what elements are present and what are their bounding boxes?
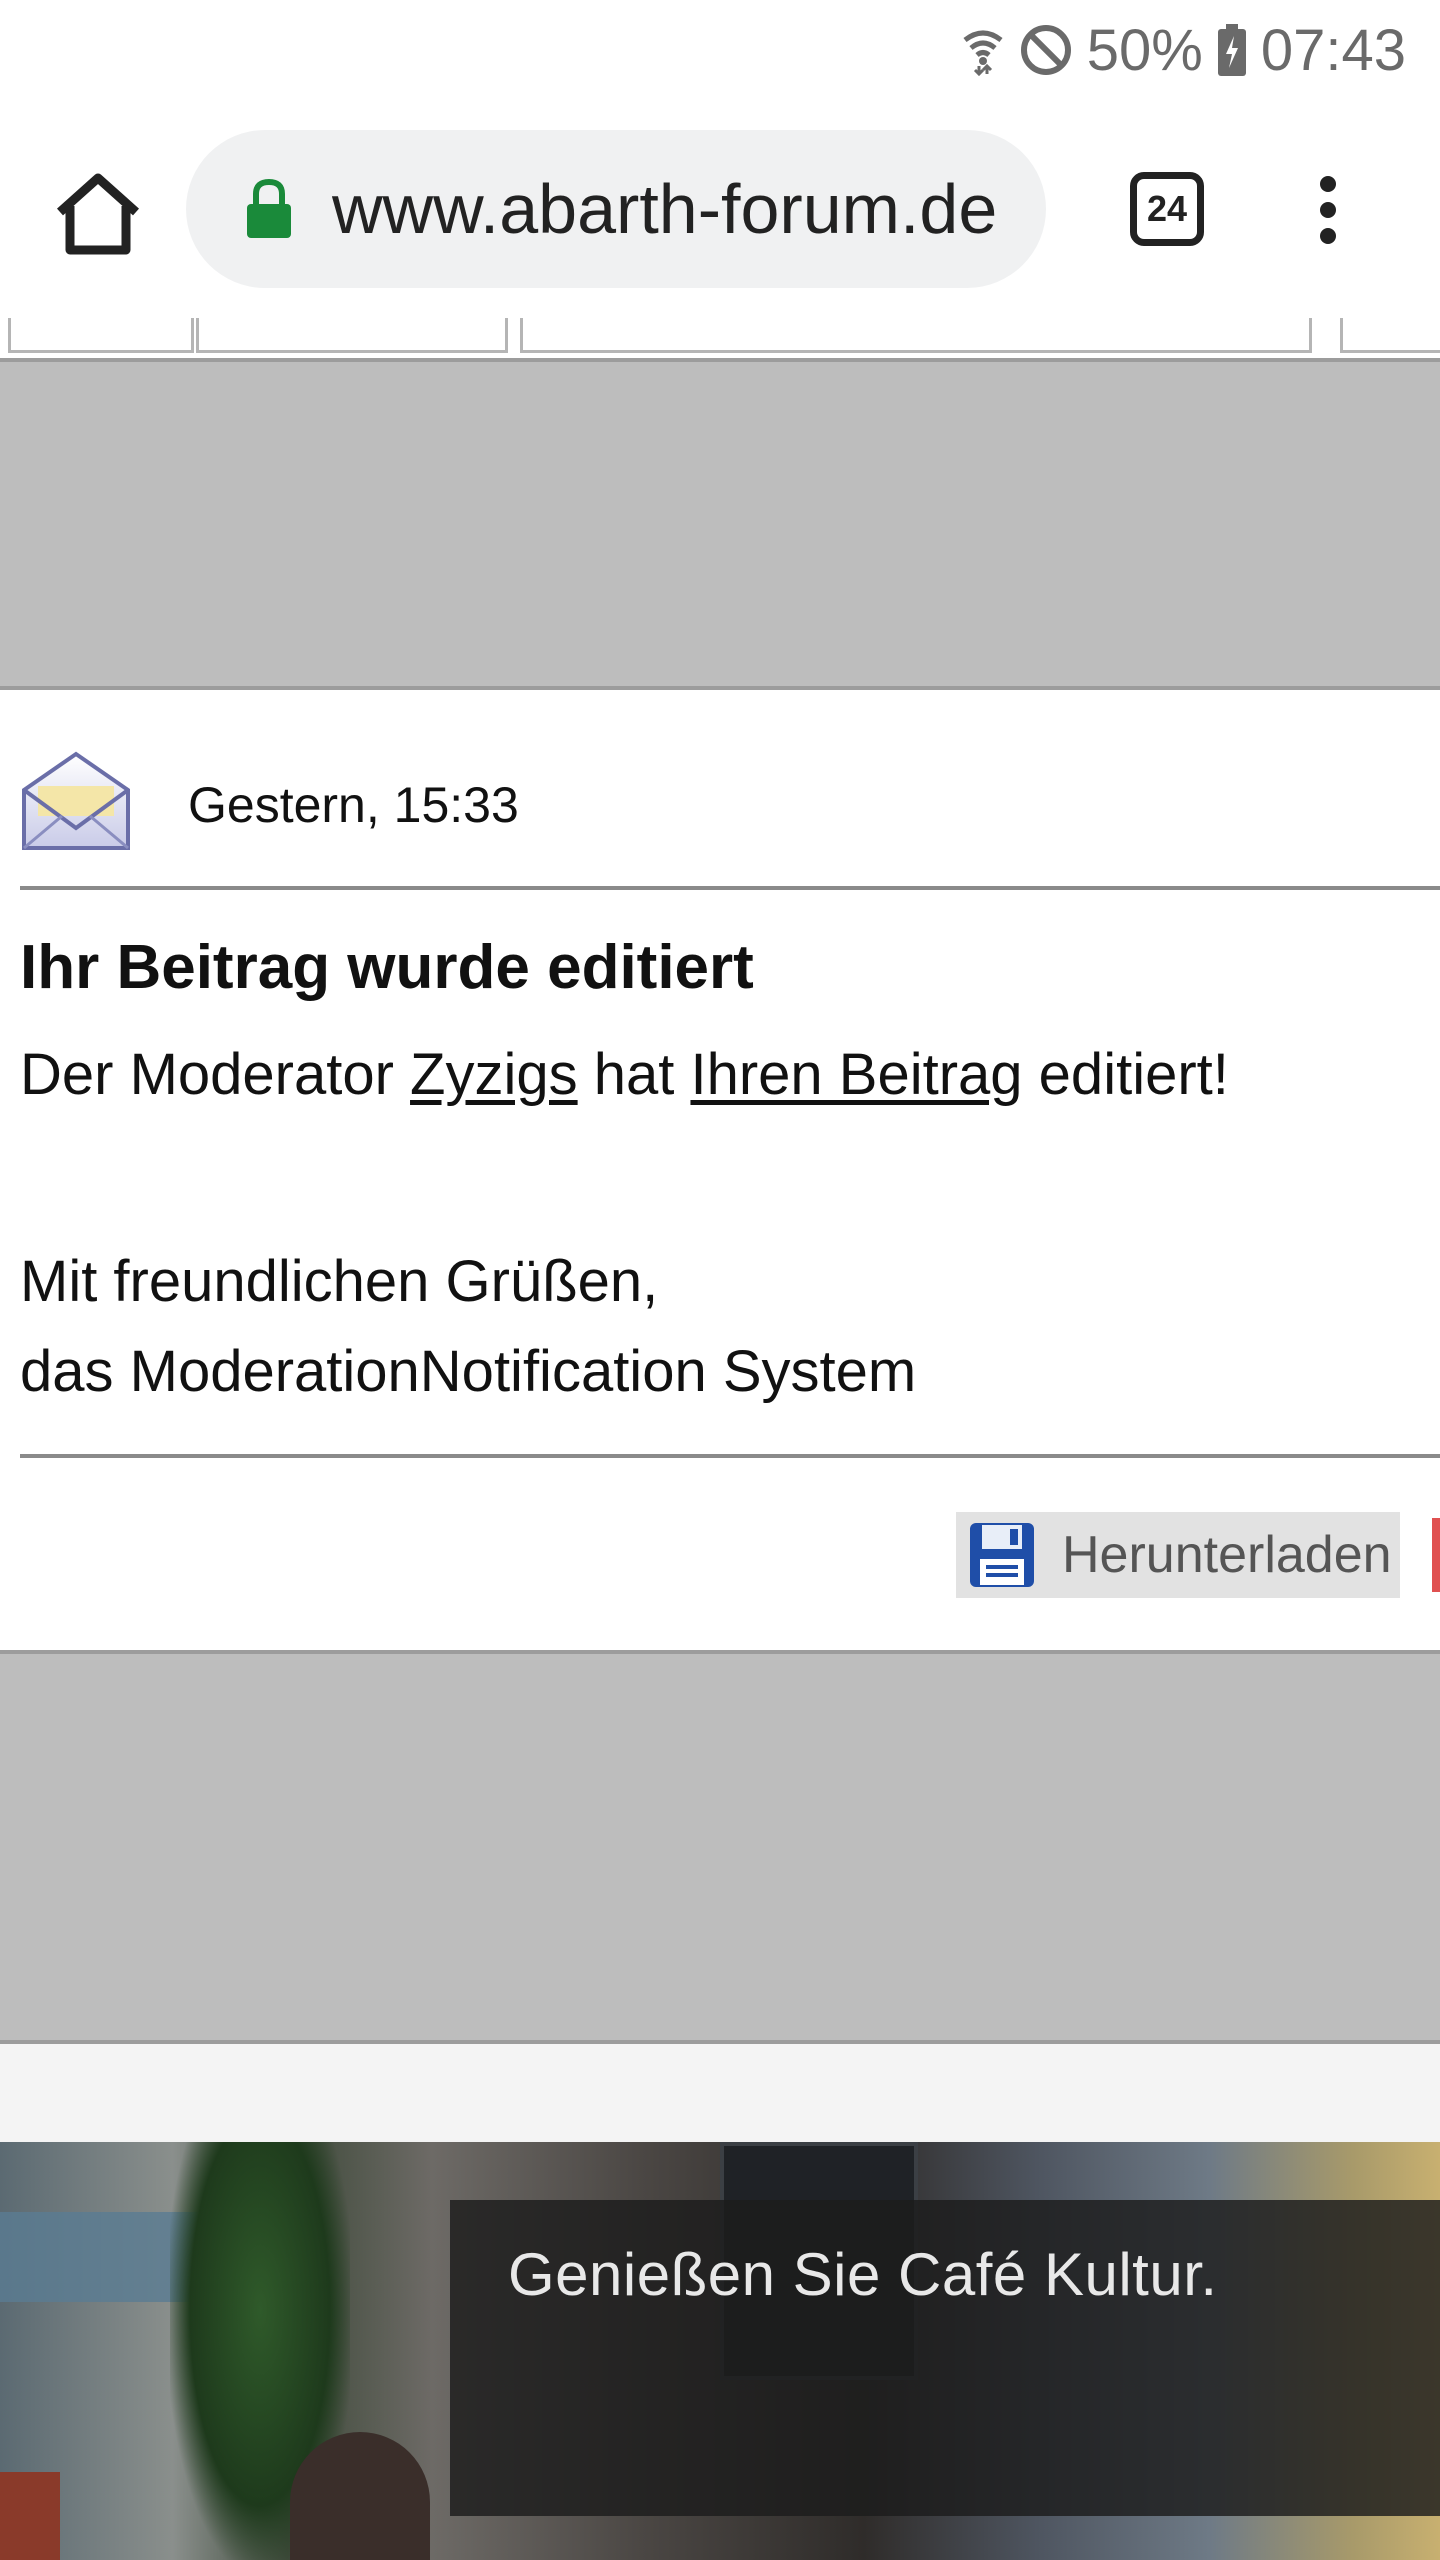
ad-banner[interactable]: Genießen Sie Café Kultur.	[0, 2142, 1440, 2560]
tab-fragment[interactable]	[8, 318, 194, 353]
download-button[interactable]: Herunterladen	[956, 1512, 1400, 1598]
lock-icon	[247, 178, 291, 238]
divider	[20, 886, 1440, 890]
message-header: Gestern, 15:33	[0, 690, 1440, 888]
envelope-icon	[22, 751, 130, 850]
battery-percent: 50%	[1086, 17, 1203, 83]
home-icon[interactable]	[50, 166, 146, 262]
page-top-strip	[0, 318, 1440, 358]
tab-fragment[interactable]	[520, 318, 1312, 353]
next-button-edge[interactable]	[1432, 1518, 1440, 1592]
battery-charging-icon	[1217, 24, 1246, 76]
url-text[interactable]: www.abarth-forum.de	[332, 166, 1022, 252]
browser-toolbar: www.abarth-forum.de 24	[0, 100, 1440, 318]
tab-fragment[interactable]	[196, 318, 508, 353]
message-date: Gestern, 15:33	[188, 777, 519, 833]
ad-caption: Genießen Sie Café Kultur.	[508, 2241, 1218, 2308]
clock: 07:43	[1260, 17, 1406, 83]
address-bar[interactable]: www.abarth-forum.de	[186, 130, 1046, 288]
divider	[20, 1454, 1440, 1458]
message-title: Ihr Beitrag wurde editiert	[20, 933, 754, 1002]
light-separator	[0, 2044, 1440, 2142]
ad-image-part	[0, 2472, 60, 2560]
tabs-icon[interactable]: 24	[1130, 172, 1204, 246]
wifi-icon	[963, 30, 1003, 76]
body-text: Der Moderator	[20, 1042, 411, 1107]
download-label: Herunterladen	[1062, 1526, 1392, 1584]
tab-count: 24	[1146, 188, 1188, 229]
greeting-line: Mit freundlichen Grüßen,	[20, 1249, 659, 1314]
overflow-menu-icon[interactable]	[1310, 174, 1346, 246]
gray-separator	[0, 358, 1440, 690]
ad-image-part	[290, 2432, 430, 2560]
post-link[interactable]: Ihren Beitrag	[690, 1042, 1022, 1107]
body-text: editiert!	[1022, 1042, 1229, 1107]
status-bar: 50% 07:43	[0, 0, 1440, 100]
gray-separator	[0, 1650, 1440, 2044]
moderator-link[interactable]: Zyzigs	[410, 1042, 578, 1107]
ad-caption-box: Genießen Sie Café Kultur.	[450, 2200, 1440, 2516]
web-page: Gestern, 15:33 Ihr Beitrag wurde editier…	[0, 318, 1440, 2560]
floppy-disk-icon	[970, 1523, 1034, 1587]
body-text: hat	[577, 1042, 691, 1107]
tab-fragment[interactable]	[1340, 318, 1440, 353]
status-icons: 50% 07:43	[961, 16, 1406, 84]
message-body: Der Moderator Zyzigs hat Ihren Beitrag e…	[20, 1030, 1420, 1120]
do-not-disturb-icon	[1020, 25, 1071, 75]
signature-line: das ModerationNotification System	[20, 1339, 917, 1404]
